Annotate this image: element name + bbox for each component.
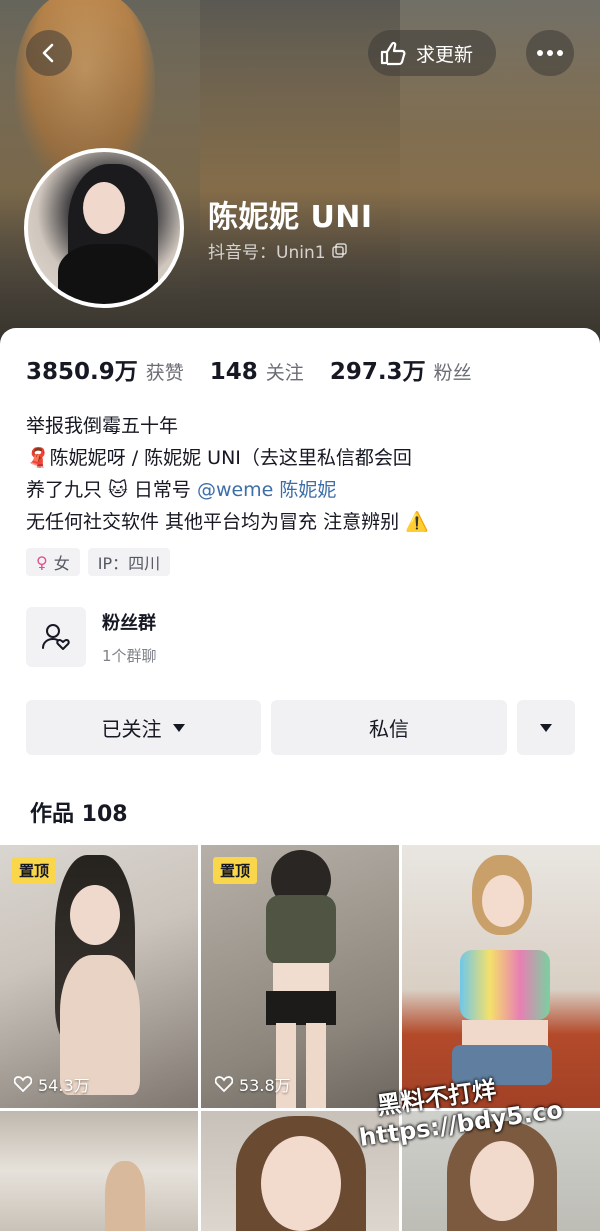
caret-down-icon xyxy=(172,723,185,732)
bio: 举报我倒霉五十年 🧣陈妮妮呀 / 陈妮妮 UNI（去这里私信都会回 养了九只 🐱… xyxy=(26,410,586,538)
fan-group-title: 粉丝群 xyxy=(102,612,156,634)
more-dots-icon xyxy=(537,50,563,56)
avatar[interactable] xyxy=(24,148,184,308)
bio-line-1: 举报我倒霉五十年 xyxy=(26,415,179,437)
fan-group-entry[interactable]: 粉丝群 1个群聊 xyxy=(26,607,157,667)
likes-label: 获赞 xyxy=(145,362,184,384)
fan-group-subtitle: 1个群聊 xyxy=(102,646,157,665)
profile-stats: 3850.9万 获赞 148 关注 297.3万 粉丝 xyxy=(26,352,498,386)
fan-group-icon-box xyxy=(26,607,86,667)
followers-count[interactable]: 297.3万 xyxy=(330,352,426,386)
gender-label: 女 xyxy=(53,554,70,573)
following-button[interactable]: 已关注 xyxy=(26,700,261,755)
back-button[interactable] xyxy=(26,30,72,76)
video-likes: 53.8万 xyxy=(215,1072,291,1096)
video-likes-count: 54.3万 xyxy=(38,1076,90,1095)
caret-down-icon xyxy=(540,723,552,732)
message-button-label: 私信 xyxy=(369,717,409,741)
video-likes-count: 53.8万 xyxy=(239,1076,291,1095)
bio-mention-link[interactable]: @weme 陈妮妮 xyxy=(197,479,336,501)
copy-icon[interactable] xyxy=(331,243,347,258)
message-button[interactable]: 私信 xyxy=(271,700,507,755)
following-button-label: 已关注 xyxy=(101,717,162,741)
following-label[interactable]: 关注 xyxy=(266,358,304,385)
works-tab-title[interactable]: 作品 108 xyxy=(30,796,128,828)
bio-line-2: 🧣陈妮妮呀 / 陈妮妮 UNI（去这里私信都会回 xyxy=(26,447,412,469)
ip-tag: IP：四川 xyxy=(87,548,171,576)
heart-icon xyxy=(14,1076,32,1092)
following-count[interactable]: 148 xyxy=(210,359,258,385)
bio-line-4: 无任何社交软件 其他平台均为冒充 注意辨别 ⚠️ xyxy=(26,511,429,533)
douyin-id-text: 抖音号：Unin1 xyxy=(208,243,326,263)
pinned-badge: 置顶 xyxy=(213,857,258,884)
more-options-button[interactable] xyxy=(526,30,574,76)
user-heart-icon xyxy=(42,624,70,650)
female-icon: ♀ xyxy=(36,552,48,572)
heart-icon xyxy=(215,1076,233,1092)
request-update-button[interactable]: 求更新 xyxy=(368,30,496,76)
more-actions-dropdown[interactable] xyxy=(517,700,575,755)
followers-label[interactable]: 粉丝 xyxy=(434,358,472,385)
video-tile[interactable]: 置顶 54.3万 xyxy=(0,845,198,1108)
profile-name: 陈妮妮 UNI xyxy=(208,200,373,235)
request-update-label: 求更新 xyxy=(416,43,474,66)
gender-tag: ♀ 女 xyxy=(26,548,80,576)
back-chevron-icon xyxy=(42,43,54,63)
likes-count: 3850.9万 xyxy=(26,359,138,385)
video-tile[interactable]: 置顶 53.8万 xyxy=(201,845,399,1108)
profile-tags: ♀ 女 IP：四川 xyxy=(26,548,171,576)
pinned-badge: 置顶 xyxy=(12,857,57,884)
bio-line-3-text: 养了九只 🐱 日常号 xyxy=(26,479,197,501)
video-likes: 54.3万 xyxy=(14,1072,90,1096)
hand-point-icon xyxy=(380,41,406,66)
douyin-id: 抖音号：Unin1 xyxy=(208,238,347,263)
video-tile[interactable] xyxy=(0,1111,198,1231)
ip-label: IP：四川 xyxy=(97,554,161,573)
bio-line-3: 养了九只 🐱 日常号 @weme 陈妮妮 xyxy=(26,474,586,506)
